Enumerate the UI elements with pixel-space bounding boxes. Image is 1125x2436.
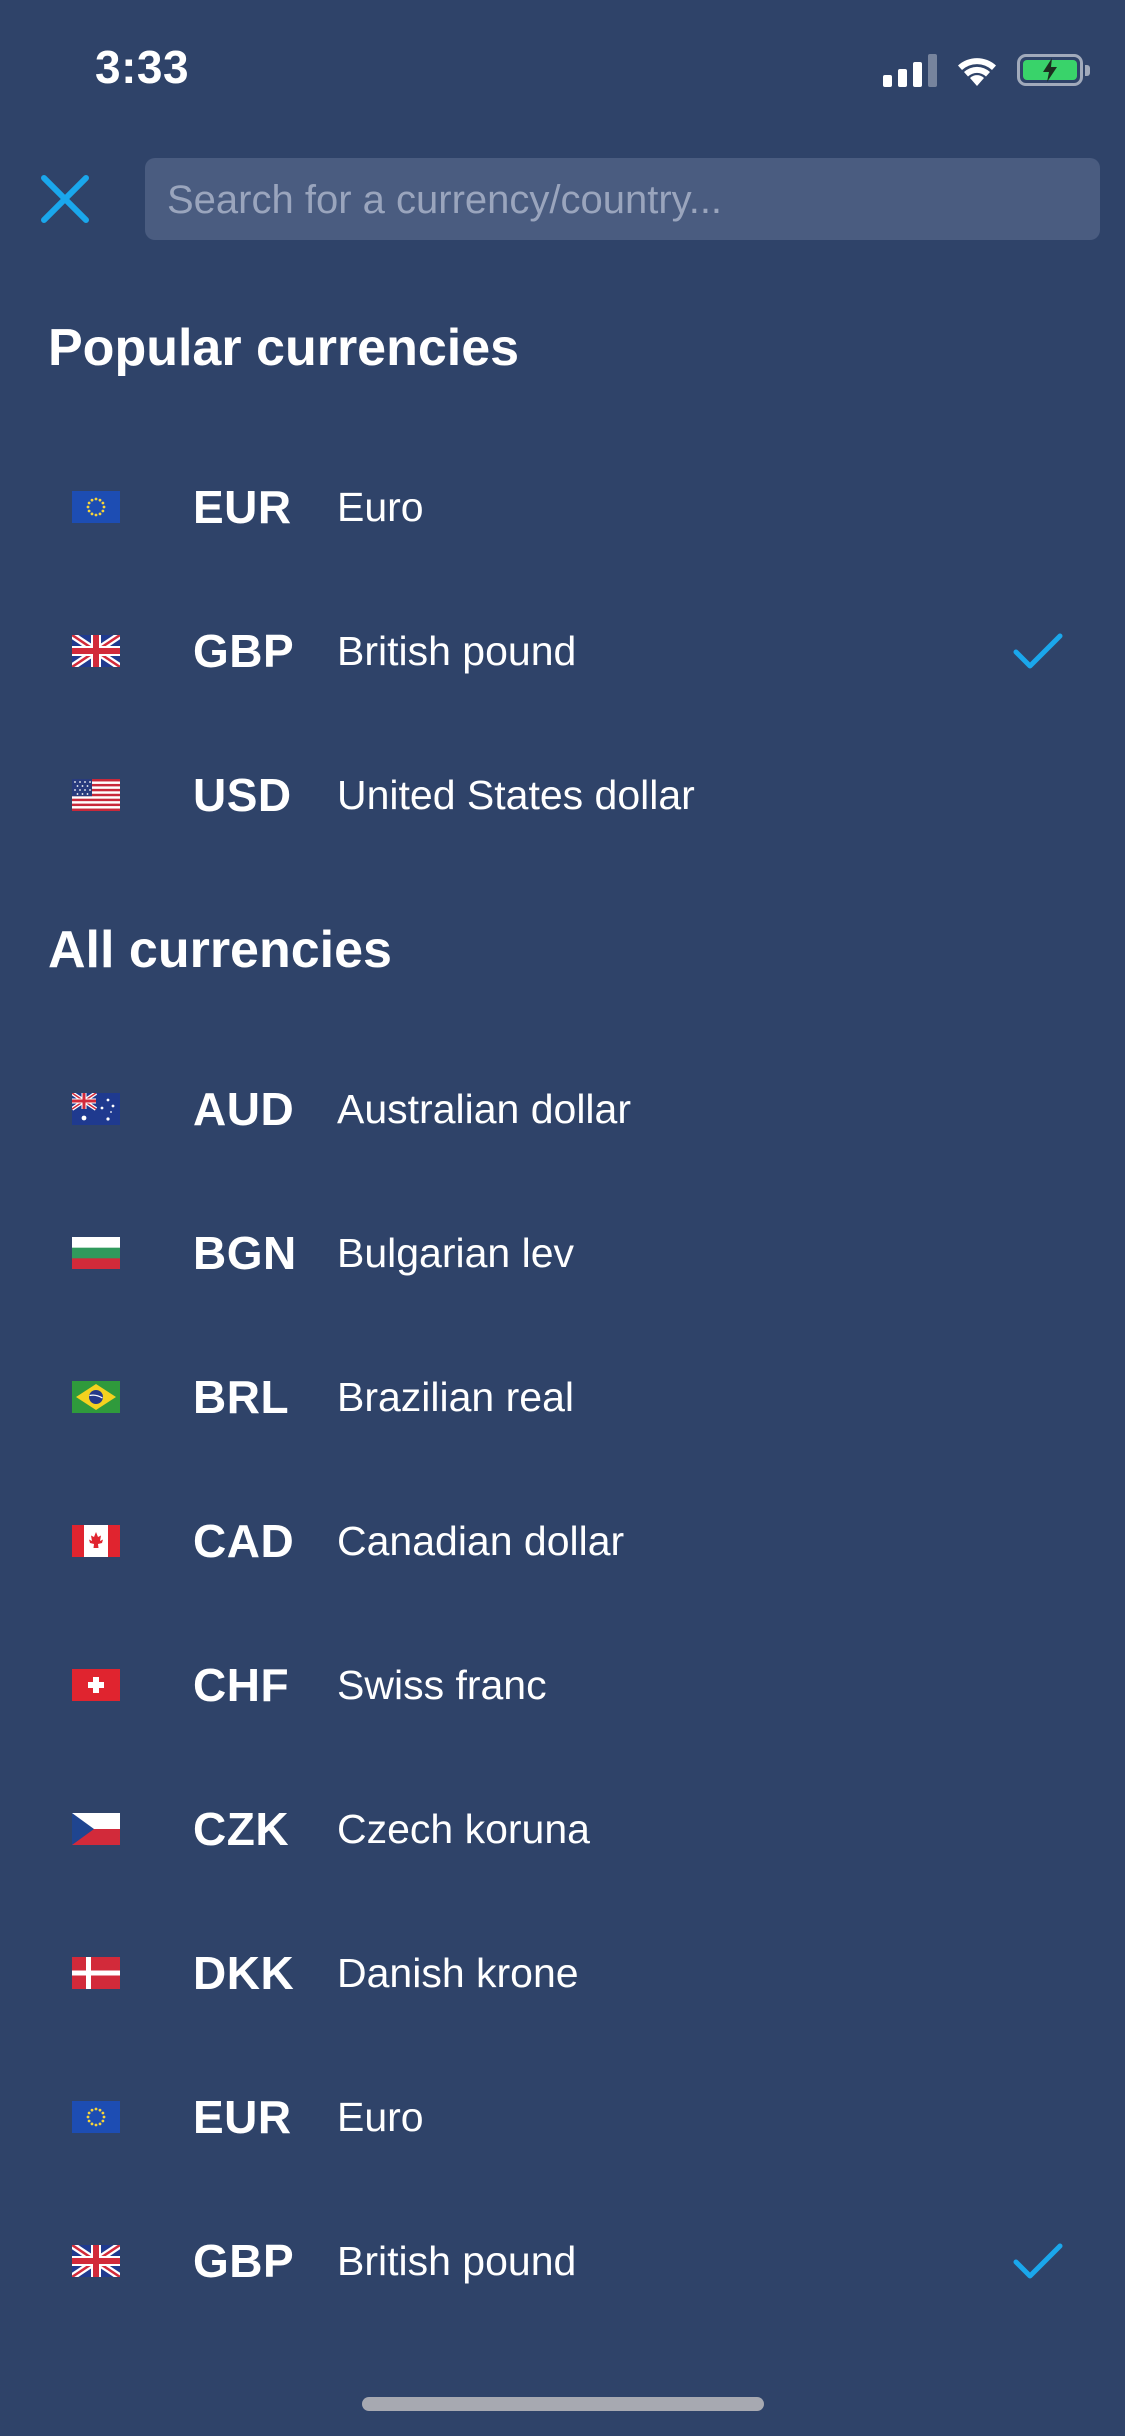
currency-code: EUR <box>193 2091 292 2143</box>
currency-row-eur[interactable]: EUR Euro <box>0 435 1125 579</box>
currency-row-gbp[interactable]: GBP British pound <box>0 579 1125 723</box>
currency-row-cad[interactable]: CAD Canadian dollar <box>0 1469 1125 1613</box>
currency-name: Canadian dollar <box>337 1517 625 1564</box>
eu-flag-icon <box>72 2101 120 2133</box>
au-flag-icon <box>72 1093 120 1125</box>
currency-code: EUR <box>193 481 292 533</box>
currency-name: Brazilian real <box>337 1373 574 1420</box>
currency-row-dkk[interactable]: DKK Danish krone <box>0 1901 1125 2045</box>
currency-code: GBP <box>193 2235 295 2287</box>
currency-name: Australian dollar <box>337 1085 631 1132</box>
dk-flag-icon <box>72 1957 120 1989</box>
gb-flag-icon <box>72 2245 120 2277</box>
status-icons <box>883 50 1090 90</box>
br-flag-icon <box>72 1381 120 1413</box>
currency-name: Czech koruna <box>337 1805 590 1852</box>
bg-flag-icon <box>72 1237 120 1269</box>
ch-flag-icon <box>72 1669 120 1701</box>
search-input[interactable] <box>165 158 1084 242</box>
home-indicator[interactable] <box>362 2397 764 2411</box>
search-header <box>0 155 1125 242</box>
cz-flag-icon <box>72 1813 120 1845</box>
currency-row-bgn[interactable]: BGN Bulgarian lev <box>0 1181 1125 1325</box>
wifi-icon <box>958 58 996 86</box>
popular-currency-list: EUR Euro GBP British pound USD United St… <box>0 435 1125 867</box>
currency-row-aud[interactable]: AUD Australian dollar <box>0 1037 1125 1181</box>
currency-code: GBP <box>193 625 295 677</box>
currency-name: Euro <box>337 483 424 530</box>
currency-code: CZK <box>193 1803 290 1855</box>
currency-code: AUD <box>193 1083 295 1135</box>
currency-row-usd[interactable]: USD United States dollar <box>0 723 1125 867</box>
ca-flag-icon <box>72 1525 120 1557</box>
currency-name: Danish krone <box>337 1949 579 1996</box>
eu-flag-icon <box>72 491 120 523</box>
currency-row-brl[interactable]: BRL Brazilian real <box>0 1325 1125 1469</box>
currency-row-gbp[interactable]: GBP British pound <box>0 2189 1125 2333</box>
status-bar: 3:33 <box>0 0 1125 132</box>
gb-flag-icon <box>72 635 120 667</box>
status-time: 3:33 <box>95 41 190 93</box>
battery-icon <box>1017 54 1090 86</box>
all-currencies-heading: All currencies <box>48 921 392 979</box>
currency-code: BGN <box>193 1227 297 1279</box>
currency-code: CAD <box>193 1515 295 1567</box>
currency-name: British pound <box>337 627 577 674</box>
currency-row-eur[interactable]: EUR Euro <box>0 2045 1125 2189</box>
currency-name: Bulgarian lev <box>337 1229 575 1276</box>
search-box[interactable] <box>145 158 1100 242</box>
checkmark-icon <box>1013 2243 1063 2279</box>
currency-row-czk[interactable]: CZK Czech koruna <box>0 1757 1125 1901</box>
popular-currencies-heading: Popular currencies <box>48 319 520 377</box>
currency-name: Euro <box>337 2093 424 2140</box>
currency-code: BRL <box>193 1371 290 1423</box>
currency-name: British pound <box>337 2237 577 2284</box>
cellular-signal-icon <box>883 53 937 87</box>
currency-row-chf[interactable]: CHF Swiss franc <box>0 1613 1125 1757</box>
currency-code: DKK <box>193 1947 295 1999</box>
close-button[interactable] <box>35 169 95 229</box>
all-currency-list: AUD Australian dollar BGN Bulgarian lev … <box>0 1037 1125 2333</box>
currency-name: Swiss franc <box>337 1661 547 1708</box>
close-icon <box>41 175 89 223</box>
currency-code: USD <box>193 769 292 821</box>
us-flag-icon <box>72 779 120 811</box>
currency-name: United States dollar <box>337 771 695 818</box>
checkmark-icon <box>1013 633 1063 669</box>
currency-code: CHF <box>193 1659 290 1711</box>
